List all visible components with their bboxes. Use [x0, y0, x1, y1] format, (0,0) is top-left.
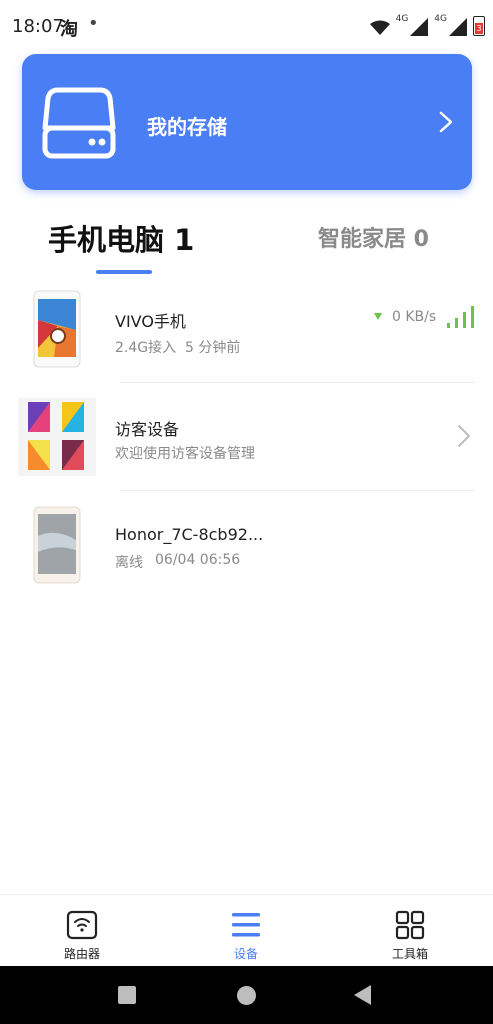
device-status: 离线: [115, 555, 143, 571]
chevron-right-icon: [439, 111, 453, 133]
divider: [120, 490, 475, 491]
status-icons: 4G 4G 3: [369, 14, 485, 36]
transfer-rate: 0 KB/s: [392, 309, 437, 325]
home-button[interactable]: [237, 986, 256, 1005]
status-time: 18:07: [12, 16, 64, 37]
system-nav-bar: [0, 966, 493, 1024]
network-type-label: 4G: [434, 14, 447, 24]
device-connection: 2.4G接入: [115, 340, 177, 356]
signal-strength-icon: [447, 306, 474, 328]
chevron-right-icon: [458, 425, 470, 447]
device-name: Honor_7C-8cb92...: [115, 525, 264, 544]
divider: [120, 382, 475, 383]
device-row-vivo[interactable]: [0, 290, 493, 394]
hard-drive-icon: [42, 87, 116, 159]
status-bar: 18:07 淘 • 4G 4G 3: [0, 0, 493, 52]
my-storage-card[interactable]: 我的存储: [22, 54, 472, 190]
battery-icon: 3: [473, 16, 485, 36]
nav-devices[interactable]: 设备: [196, 895, 296, 967]
recents-button[interactable]: [118, 986, 136, 1004]
tab-smart-home[interactable]: 智能家居 0: [318, 220, 429, 260]
list-icon: [232, 913, 260, 937]
tab-phones-computers[interactable]: 手机电脑 1: [48, 220, 194, 260]
cell-signal-icon: [449, 18, 467, 36]
router-icon: [66, 910, 98, 940]
notification-dot: •: [88, 13, 99, 34]
network-type-label: 4G: [395, 14, 409, 24]
battery-level: 3: [475, 23, 483, 34]
taobao-notification-icon: 淘: [60, 19, 78, 40]
cell-signal-icon: [410, 18, 429, 36]
nav-devices-label: 设备: [233, 947, 258, 961]
device-name: 访客设备: [115, 420, 180, 439]
phone-image: [33, 290, 81, 368]
bottom-nav: 路由器 设备 工具箱: [0, 894, 493, 966]
nav-router[interactable]: 路由器: [32, 895, 132, 967]
phone-image: [33, 506, 81, 584]
download-arrow-icon: [374, 313, 382, 320]
storage-title: 我的存储: [147, 115, 227, 139]
device-row-honor[interactable]: [0, 506, 493, 610]
grid-icon: [395, 910, 425, 940]
device-last-seen: 5 分钟前: [185, 340, 241, 356]
back-button[interactable]: [354, 985, 371, 1005]
app-root: 18:07 淘 • 4G 4G 3 我的存储 手机电脑 1 智能家居 0 VIV…: [0, 0, 493, 1024]
device-subtitle: 欢迎使用访客设备管理: [115, 446, 255, 462]
guest-devices-image: [18, 398, 96, 476]
tab-indicator: [96, 270, 152, 274]
nav-toolbox[interactable]: 工具箱: [360, 895, 460, 967]
device-name: VIVO手机: [115, 312, 186, 331]
device-last-seen: 06/04 06:56: [155, 552, 241, 568]
nav-router-label: 路由器: [63, 947, 100, 961]
wifi-icon: [369, 20, 390, 35]
nav-toolbox-label: 工具箱: [391, 947, 428, 961]
